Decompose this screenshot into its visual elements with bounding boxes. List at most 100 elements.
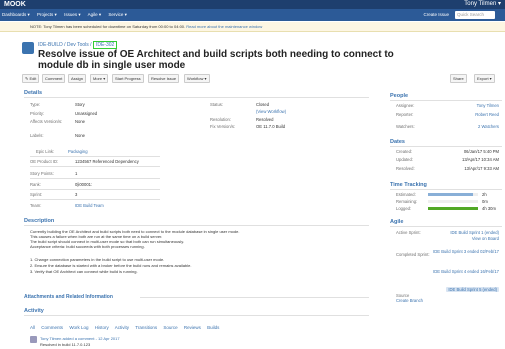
sprint-label: Sprint:	[30, 192, 43, 197]
description-line: 2. Ensure the database is started with a…	[30, 263, 192, 268]
status-value: Closed	[256, 102, 270, 107]
user-menu[interactable]: Tony Tilmen ▾	[464, 0, 501, 9]
start-progress-button[interactable]: Start Progress	[112, 74, 144, 83]
estimated-bar-fill	[428, 193, 473, 196]
nav-service[interactable]: Service ▾	[108, 12, 127, 17]
avatar[interactable]	[30, 336, 37, 343]
workflow-button[interactable]: Workflow ▾	[184, 74, 210, 83]
activity-entry[interactable]: Tony Tilmen added a comment - 12 Apr 201…	[40, 336, 120, 341]
resolution-value: Resolved	[256, 117, 274, 122]
updated-label: Updated:	[396, 157, 413, 162]
reporter-label: Reporter:	[396, 112, 414, 117]
rank-label: Rank:	[30, 182, 41, 187]
people-header[interactable]: People	[390, 93, 408, 99]
rank-value: 0|i00001:	[75, 182, 93, 187]
more-button[interactable]: More ▾	[90, 74, 109, 83]
logged-label: Logged:	[396, 206, 412, 211]
epic-link-value[interactable]: Packaging	[68, 149, 88, 154]
status-label: Status:	[210, 102, 224, 107]
breadcrumb-project[interactable]: IDE-BUILD / Dev Tools	[38, 42, 89, 48]
tab-history[interactable]: History	[95, 325, 109, 330]
nav-projects[interactable]: Projects ▾	[37, 12, 57, 17]
tab-reviews[interactable]: Reviews	[184, 325, 201, 330]
assign-button[interactable]: Assign	[68, 74, 87, 83]
create-issue-button[interactable]: Create Issue	[423, 9, 449, 21]
description-line: 3. Verify that OE Architect can connect …	[30, 269, 138, 274]
type-label: Type:	[30, 102, 41, 107]
share-button[interactable]: Share	[450, 74, 467, 83]
issue-title: Resolve issue of OE Architect and build …	[38, 49, 394, 71]
tab-builds[interactable]: Builds	[207, 325, 219, 330]
logged-value: 4h 30m	[482, 206, 496, 211]
priority-value: Unassigned	[75, 111, 98, 116]
divider	[390, 189, 502, 190]
tab-transitions[interactable]: Transitions	[135, 325, 157, 330]
nav-bar: Dashboards ▾ Projects ▾ Issues ▾ Agile ▾…	[0, 9, 505, 21]
created-value: 06/Jan/17 5:40 PM	[463, 149, 499, 154]
type-value: Story	[75, 102, 85, 107]
nav-issues[interactable]: Issues ▾	[64, 12, 81, 17]
time-tracking-header[interactable]: Time Tracking	[390, 182, 427, 188]
divider	[24, 97, 369, 98]
completed-sprint-value[interactable]: IDE Build Sprint 3 ended 02/Feb/17	[433, 249, 499, 254]
labels-label: Labels:	[30, 133, 44, 138]
nav-agile[interactable]: Agile ▾	[88, 12, 102, 17]
view-on-board-link[interactable]: View on Board	[472, 236, 499, 241]
edit-button[interactable]: ✎ Edit	[22, 74, 40, 83]
watchers-value[interactable]: 2 Watchers	[478, 124, 499, 129]
estimated-bar	[428, 193, 478, 196]
oe-product-id-label: OE Product ID:	[30, 159, 59, 164]
affects-version-label: Affects Version/s:	[30, 119, 63, 124]
divider	[390, 146, 502, 147]
nav-dashboards[interactable]: Dashboards ▾	[2, 12, 30, 17]
resolved-label: Resolved:	[396, 166, 415, 171]
resolve-issue-button[interactable]: Resolve Issue	[148, 74, 180, 83]
labels-value: None	[75, 133, 86, 138]
project-avatar-icon[interactable]	[22, 42, 34, 54]
search-input[interactable]: Quick Search	[455, 11, 495, 19]
description-line: 1. Change connection parameters in the b…	[30, 257, 165, 262]
issue-key[interactable]: IDE-302	[92, 41, 118, 49]
epic-link-label: Epic Link:	[36, 149, 55, 154]
attachments-header[interactable]: Attachments and Related Information	[24, 294, 113, 300]
assignee-value[interactable]: Tony Tilmen	[477, 103, 499, 108]
remaining-bar	[428, 200, 478, 203]
team-value[interactable]: IDE Build Team	[75, 203, 104, 208]
info-banner-text: NOTE: Tony Tilmen has been scheduled for…	[30, 24, 187, 29]
issue-toolbar: ✎ Edit Comment Assign More ▾ Start Progr…	[22, 74, 502, 83]
agile-header[interactable]: Agile	[390, 219, 403, 225]
info-banner: NOTE: Tony Tilmen has been scheduled for…	[0, 22, 505, 32]
description-line: Acceptance criteria: build succeeds with…	[30, 244, 145, 249]
info-banner-link[interactable]: Read more about the maintenance window	[186, 24, 262, 29]
divider	[390, 226, 502, 227]
sprint-value: 3	[75, 192, 78, 197]
dates-header[interactable]: Dates	[390, 139, 405, 145]
view-workflow-link[interactable]: (View Workflow)	[256, 109, 286, 114]
created-label: Created:	[396, 149, 413, 154]
logged-bar-fill	[428, 207, 478, 210]
divider	[24, 225, 369, 226]
completed-sprint-value-2[interactable]: IDE Build Sprint 4 ended 16/Feb/17	[433, 269, 499, 274]
sprint-badge[interactable]: IDE Build Sprint 5 (ended)	[446, 287, 499, 292]
estimated-label: Estimated:	[396, 192, 416, 197]
active-sprint-value[interactable]: IDE Build Sprint 1 (ended)	[450, 230, 499, 235]
create-branch-link[interactable]: Create Branch	[396, 298, 423, 303]
divider	[30, 199, 160, 200]
tab-work-log[interactable]: Work Log	[69, 325, 88, 330]
tab-activity[interactable]: Activity	[115, 325, 129, 330]
activity-header[interactable]: Activity	[24, 308, 44, 314]
breadcrumb: IDE-BUILD / Dev Tools / IDE-302	[38, 41, 118, 49]
reporter-value[interactable]: Robert Reed	[475, 112, 499, 117]
tab-source[interactable]: Source	[163, 325, 177, 330]
description-header[interactable]: Description	[24, 218, 54, 224]
tab-comments[interactable]: Comments	[41, 325, 63, 330]
app-logo[interactable]: MOOK	[4, 1, 26, 8]
tab-all[interactable]: All	[30, 325, 35, 330]
activity-tabs: All Comments Work Log History Activity T…	[30, 325, 224, 330]
resolved-value: 13/Apr/17 9:33 AM	[464, 166, 499, 171]
remaining-value: 0m	[482, 199, 488, 204]
comment-button[interactable]: Comment	[42, 74, 66, 83]
divider	[30, 166, 160, 167]
export-button[interactable]: Export ▾	[474, 74, 495, 83]
details-header[interactable]: Details	[24, 90, 42, 96]
